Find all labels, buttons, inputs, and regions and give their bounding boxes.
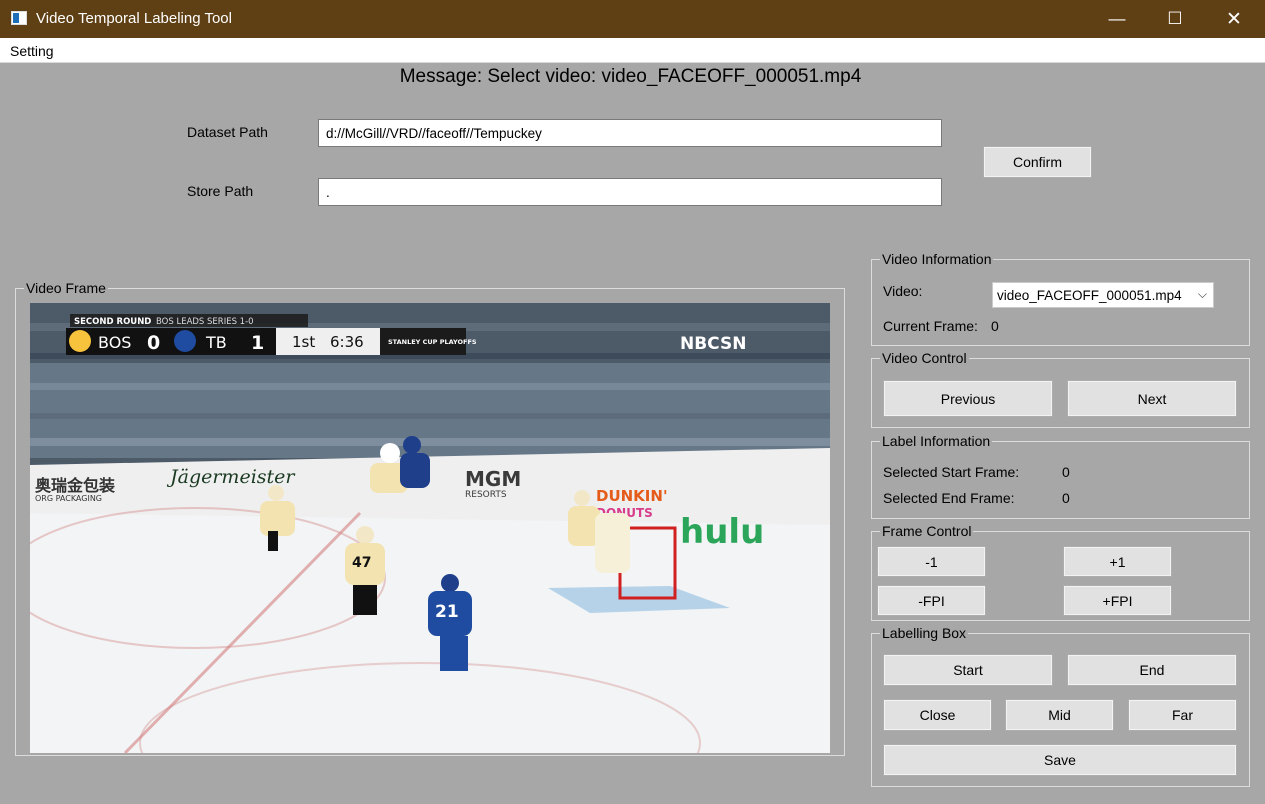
minus-fpi-button[interactable]: -FPI [877,585,986,616]
network-logo: NBCSN [680,334,746,354]
player-number-21: 21 [435,602,459,622]
dataset-path-input[interactable] [318,119,942,147]
chevron-down-icon: ⌵ [1197,287,1207,301]
current-frame-label: Current Frame: [883,318,978,334]
scoreboard-score2: 1 [251,332,264,354]
end-frame-value: 0 [1062,490,1070,506]
hockey-frame-illustration: 奥瑞金包装 ORG PACKAGING Jägermeister MGM RES… [30,303,830,753]
close-button[interactable]: ✕ [1205,0,1263,38]
close-label-button[interactable]: Close [883,699,992,731]
end-frame-label: Selected End Frame: [883,490,1015,506]
plus-one-button[interactable]: +1 [1063,546,1172,577]
confirm-button[interactable]: Confirm [983,146,1092,178]
maximize-button[interactable]: ☐ [1146,0,1204,38]
frame-control-title: Frame Control [880,522,974,540]
window-title: Video Temporal Labeling Tool [36,10,232,27]
menu-bar: Setting [0,38,1265,63]
scoreboard-period: 1st [292,333,315,351]
scoreboard-team1: BOS [98,333,131,352]
board-ad-3: MGM [465,467,521,491]
start-frame-value: 0 [1062,464,1070,480]
end-button[interactable]: End [1067,654,1237,686]
board-ad-4: DUNKIN' [596,487,668,505]
bruins-logo-icon [69,330,91,352]
stanley-cup-logo: STANLEY CUP PLAYOFFS [388,338,477,346]
plus-fpi-button[interactable]: +FPI [1063,585,1172,616]
video-control-title: Video Control [880,349,969,367]
mid-label-button[interactable]: Mid [1005,699,1114,731]
dataset-path-label: Dataset Path [187,124,268,140]
app-icon [11,11,27,25]
scoreboard-clock: 6:36 [330,333,364,351]
labelling-box-title: Labelling Box [880,624,969,642]
minimize-button[interactable]: — [1088,0,1146,38]
start-button[interactable]: Start [883,654,1053,686]
video-information-title: Video Information [880,250,994,268]
label-information-group: Label Information [871,432,1250,519]
start-frame-label: Selected Start Frame: [883,464,1020,480]
video-select[interactable]: video_FACEOFF_000051.mp4 ⌵ [992,282,1214,308]
status-message: Message: Select video: video_FACEOFF_000… [0,66,1265,88]
video-select-value: video_FACEOFF_000051.mp4 [997,288,1182,303]
lightning-logo-icon [174,330,196,352]
previous-button[interactable]: Previous [883,380,1053,417]
video-frame-image: 奥瑞金包装 ORG PACKAGING Jägermeister MGM RES… [30,303,830,753]
minus-one-button[interactable]: -1 [877,546,986,577]
player-number-47: 47 [352,555,371,571]
scoreboard-round: SECOND ROUND [74,317,151,327]
far-label-button[interactable]: Far [1128,699,1237,731]
menu-setting[interactable]: Setting [10,43,54,59]
video-frame-title: Video Frame [24,279,108,297]
title-bar: Video Temporal Labeling Tool — ☐ ✕ [0,0,1265,38]
rink-glass [30,363,830,458]
store-path-label: Store Path [187,183,254,199]
board-ad-2: Jägermeister [166,466,296,488]
label-information-title: Label Information [880,432,993,450]
board-ad-1b: ORG PACKAGING [35,494,102,503]
board-ad-5: hulu [680,512,764,552]
status-message-text: Message: Select video: video_FACEOFF_000… [399,66,862,87]
save-button[interactable]: Save [883,744,1237,776]
video-label: Video: [883,283,923,299]
scoreboard-series: BOS LEADS SERIES 1-0 [156,317,254,327]
board-ad-1: 奥瑞金包装 [35,476,115,495]
current-frame-value: 0 [991,318,999,334]
store-path-input[interactable] [318,178,942,206]
scoreboard-team2: TB [205,333,227,352]
scoreboard-score1: 0 [147,332,160,354]
board-ad-3b: RESORTS [465,490,507,500]
next-button[interactable]: Next [1067,380,1237,417]
